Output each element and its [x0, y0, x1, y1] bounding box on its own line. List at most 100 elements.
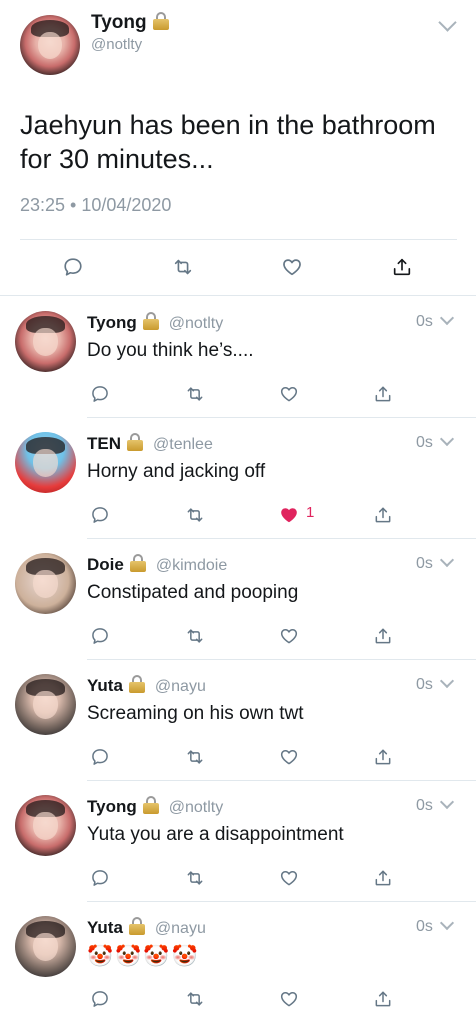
author-name-text: Tyong — [91, 12, 147, 33]
share-button[interactable] — [387, 252, 417, 282]
reply-time: 0s — [416, 313, 433, 330]
reply-author-name: TEN — [87, 434, 121, 453]
share-button[interactable] — [368, 742, 398, 772]
main-tweet-actions — [0, 252, 476, 282]
reply-button[interactable] — [85, 379, 115, 409]
retweet-button[interactable] — [180, 621, 210, 651]
lock-icon — [142, 312, 159, 330]
avatar[interactable] — [15, 311, 76, 372]
reply-text: Screaming on his own twt — [87, 703, 304, 724]
share-icon — [375, 870, 391, 886]
heart-icon — [280, 871, 298, 886]
avatar[interactable] — [15, 432, 76, 493]
retweet-button[interactable] — [180, 379, 210, 409]
author-handle[interactable]: @notlty — [91, 36, 142, 53]
reply-author[interactable]: Tyong @notlty — [87, 796, 223, 817]
heart-icon — [280, 750, 298, 765]
reply-actions — [0, 984, 476, 1014]
chevron-down-icon[interactable] — [439, 673, 455, 689]
avatar[interactable] — [15, 553, 76, 614]
reply-handle: @notlty — [168, 799, 224, 816]
reply-actions — [0, 863, 476, 893]
author-name[interactable]: Tyong — [91, 12, 169, 34]
reply-tweet[interactable]: TEN @tenlee 0s Horny and jacking off 1 — [0, 417, 476, 538]
like-button[interactable] — [277, 252, 307, 282]
like-button[interactable] — [274, 984, 304, 1014]
reply-icon — [92, 507, 108, 523]
reply-author[interactable]: TEN @tenlee — [87, 433, 213, 454]
like-button[interactable] — [274, 863, 304, 893]
reply-tweet[interactable]: Tyong @notlty 0s Yuta you are a disappoin… — [0, 780, 476, 901]
reply-time: 0s — [416, 797, 433, 814]
reply-author-name: Tyong — [87, 313, 137, 332]
reply-tweet[interactable]: Tyong @notlty 0s Do you think he’s.... — [0, 296, 476, 417]
tweet-timestamp: 23:25 • 10/04/2020 — [20, 195, 172, 215]
retweet-button[interactable] — [168, 252, 198, 282]
chevron-down-icon[interactable] — [439, 552, 455, 568]
tweet-text: Jaehyun has been in the bathroom for 30 … — [20, 110, 436, 174]
reply-author-name: Yuta — [87, 676, 123, 695]
like-button[interactable] — [274, 379, 304, 409]
heart-icon — [280, 387, 298, 402]
reply-actions: 1 — [0, 500, 476, 530]
reply-tweet[interactable]: Yuta @nayu 0s 🤡🤡🤡🤡 — [0, 901, 476, 1022]
reply-actions — [0, 621, 476, 651]
share-button[interactable] — [368, 379, 398, 409]
reply-text: Do you think he’s.... — [87, 340, 254, 361]
retweet-icon — [187, 992, 203, 1006]
like-button-liked[interactable] — [274, 500, 304, 530]
retweet-button[interactable] — [180, 500, 210, 530]
retweet-button[interactable] — [180, 984, 210, 1014]
share-icon — [375, 386, 391, 402]
reply-author[interactable]: Doie @kimdoie — [87, 554, 227, 575]
reply-author[interactable]: Tyong @notlty — [87, 312, 223, 333]
reply-button[interactable] — [85, 984, 115, 1014]
avatar[interactable] — [15, 795, 76, 856]
share-button[interactable] — [368, 984, 398, 1014]
avatar[interactable] — [20, 15, 80, 75]
like-button[interactable] — [274, 621, 304, 651]
retweet-button[interactable] — [180, 863, 210, 893]
reply-time: 0s — [416, 918, 433, 935]
reply-button[interactable] — [85, 742, 115, 772]
avatar-face — [38, 31, 62, 60]
reply-button[interactable] — [85, 500, 115, 530]
chevron-down-icon[interactable] — [439, 794, 455, 810]
avatar[interactable] — [15, 916, 76, 977]
reply-handle: @notlty — [168, 315, 224, 332]
chevron-down-icon[interactable] — [439, 310, 455, 326]
retweet-button[interactable] — [180, 742, 210, 772]
share-button[interactable] — [368, 621, 398, 651]
retweet-icon — [187, 750, 203, 764]
reply-author[interactable]: Yuta @nayu — [87, 675, 206, 696]
reply-text: Constipated and pooping — [87, 582, 299, 603]
lock-icon — [128, 917, 145, 935]
retweet-icon — [187, 387, 203, 401]
reply-button[interactable] — [85, 863, 115, 893]
reply-button[interactable] — [58, 252, 88, 282]
lock-icon — [127, 433, 143, 451]
chevron-down-icon[interactable] — [439, 431, 455, 447]
retweet-icon — [174, 259, 192, 275]
avatar[interactable] — [15, 674, 76, 735]
reply-tweet[interactable]: Yuta @nayu 0s Screaming on his own twt — [0, 659, 476, 780]
reply-button[interactable] — [85, 621, 115, 651]
heart-icon — [283, 259, 301, 276]
lock-icon — [142, 796, 159, 814]
like-button[interactable] — [274, 742, 304, 772]
reply-author[interactable]: Yuta @nayu — [87, 917, 206, 938]
divider — [20, 239, 457, 240]
chevron-down-icon[interactable] — [439, 915, 455, 931]
share-button[interactable] — [368, 863, 398, 893]
heart-icon — [280, 992, 298, 1007]
share-icon — [375, 991, 391, 1007]
reply-time: 0s — [416, 555, 433, 572]
reply-handle: @tenlee — [153, 436, 213, 453]
retweet-icon — [187, 629, 203, 643]
share-button[interactable] — [368, 500, 398, 530]
reply-tweet[interactable]: Doie @kimdoie 0s Constipated and pooping — [0, 538, 476, 659]
reply-text: Horny and jacking off — [87, 461, 266, 482]
share-icon — [375, 749, 391, 765]
chevron-down-icon[interactable] — [438, 13, 457, 32]
reply-actions — [0, 379, 476, 409]
